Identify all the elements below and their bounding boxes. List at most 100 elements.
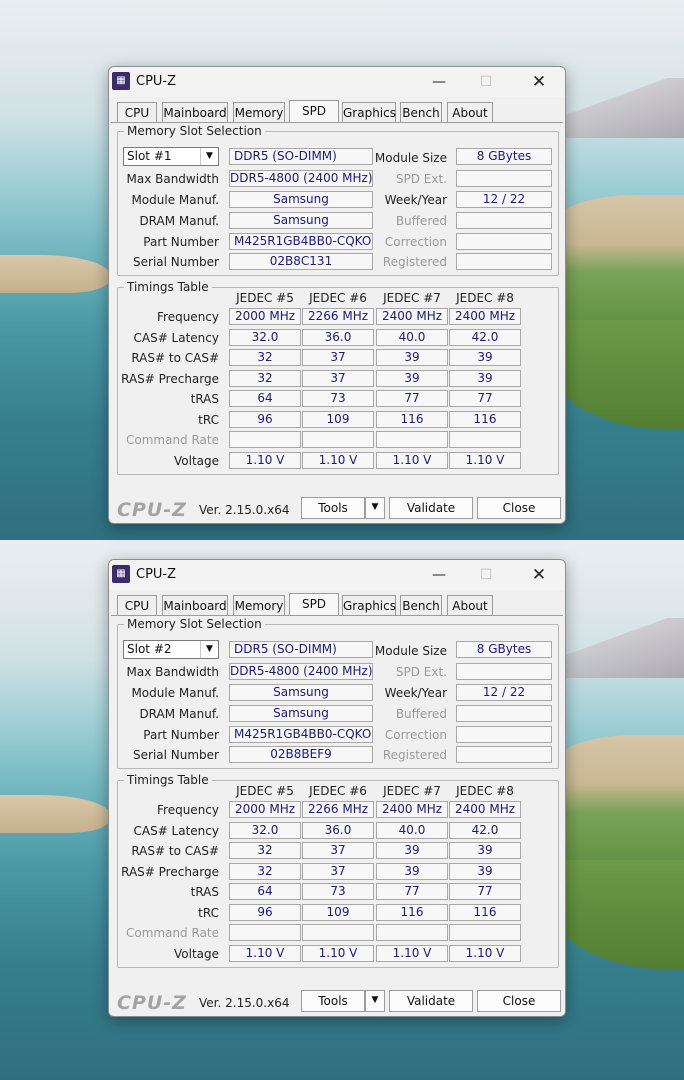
tab-bench[interactable]: Bench (400, 102, 442, 122)
version-text: Ver. 2.15.0.x64 (199, 503, 290, 517)
close-button[interactable]: Close (477, 497, 561, 519)
chevron-down-icon[interactable]: ▼ (200, 641, 218, 658)
tab-spd[interactable]: SPD (289, 593, 339, 615)
validate-button[interactable]: Validate (389, 497, 473, 519)
timing-cell: 1.10 V (449, 451, 521, 469)
timing-cell: 2266 MHz (302, 308, 374, 325)
tools-button[interactable]: Tools (301, 990, 365, 1012)
close-window-button[interactable]: ✕ (519, 70, 559, 94)
timing-cell: 37 (302, 862, 374, 880)
maximize-button[interactable]: ☐ (466, 563, 506, 587)
week-year-field: 12 / 22 (456, 191, 552, 208)
timing-cell: 96 (229, 903, 301, 921)
jedec-header: JEDEC #6 (309, 784, 367, 798)
tab-mainboard[interactable]: Mainboard (162, 102, 228, 122)
module-size-field: 8 GBytes (456, 641, 552, 658)
slot-select-value: Slot #2 (127, 642, 172, 656)
label-spd-ext: SPD Ext. (395, 172, 447, 186)
timing-cell: 64 (229, 883, 301, 900)
jedec-header: JEDEC #8 (456, 291, 514, 305)
max-bandwidth-field: DDR5-4800 (2400 MHz) (229, 663, 373, 680)
registered-field (456, 746, 552, 763)
timing-cell: 1.10 V (376, 451, 448, 469)
cpuz-app-icon: ▦ (112, 72, 130, 90)
timing-cell: 1.10 V (449, 944, 521, 962)
timing-cell: 39 (449, 349, 521, 366)
window-title: CPU-Z (136, 74, 177, 89)
module-manuf-field: Samsung (229, 191, 373, 208)
footer-bar: CPU-Z Ver. 2.15.0.x64 Tools ▼ Validate C… (109, 493, 565, 523)
cpuz-window-slot-2: ▦ CPU-Z — ☐ ✕ CPU Mainboard Memory SPD G… (108, 559, 566, 1017)
label-correction: Correction (384, 235, 447, 249)
timing-label: Frequency (157, 310, 219, 324)
tab-cpu[interactable]: CPU (117, 102, 157, 122)
validate-button[interactable]: Validate (389, 990, 473, 1012)
timing-cell: 2000 MHz (229, 308, 301, 325)
minimize-button[interactable]: — (419, 70, 459, 94)
title-bar[interactable]: ▦ CPU-Z — ☐ ✕ (109, 67, 565, 97)
jedec-header: JEDEC #7 (383, 784, 441, 798)
memory-type-field: DDR5 (SO-DIMM) (229, 641, 373, 658)
chevron-down-icon: ▼ (371, 995, 379, 1005)
timing-cell: 39 (376, 369, 448, 387)
timing-cell: 37 (302, 369, 374, 387)
timing-cell: 77 (449, 390, 521, 407)
timing-label: CAS# Latency (133, 823, 219, 838)
close-button[interactable]: Close (477, 990, 561, 1012)
buffered-field (456, 705, 552, 722)
tab-memory[interactable]: Memory (233, 102, 285, 122)
slot-select[interactable]: Slot #2 ▼ (123, 640, 219, 659)
timing-cell: 2400 MHz (449, 308, 521, 325)
tab-about[interactable]: About (447, 102, 493, 122)
tab-graphics[interactable]: Graphics (342, 102, 396, 122)
correction-field (456, 233, 552, 250)
minimize-button[interactable]: — (419, 563, 459, 587)
timing-cell: 116 (376, 903, 448, 921)
week-year-field: 12 / 22 (456, 684, 552, 701)
timing-label: tRAS (190, 885, 219, 899)
timing-cell: 37 (302, 349, 374, 366)
wallpaper-grass (554, 320, 684, 430)
timing-cell (376, 924, 448, 941)
chevron-down-icon[interactable]: ▼ (200, 148, 218, 165)
part-number-field: M425R1GB4BB0-CQKOL (229, 726, 373, 743)
correction-field (456, 726, 552, 743)
timing-cell: 40.0 (376, 328, 448, 346)
label-module-manuf: Module Manuf. (131, 686, 219, 700)
registered-field (456, 253, 552, 270)
timing-cell: 32.0 (229, 821, 301, 839)
timing-label: Voltage (173, 946, 219, 961)
group-title-memory: Memory Slot Selection (124, 124, 265, 138)
buffered-field (456, 212, 552, 229)
wallpaper-grass (554, 735, 684, 875)
tab-spd[interactable]: SPD (289, 100, 339, 122)
title-bar[interactable]: ▦ CPU-Z — ☐ ✕ (109, 560, 565, 590)
tools-button[interactable]: Tools (301, 497, 365, 519)
tools-dropdown-button[interactable]: ▼ (365, 990, 385, 1012)
tab-graphics[interactable]: Graphics (342, 595, 396, 615)
slot-select[interactable]: Slot #1 ▼ (123, 147, 219, 166)
group-title-timings: Timings Table (124, 773, 212, 787)
timing-cell: 1.10 V (302, 944, 374, 962)
tab-about[interactable]: About (447, 595, 493, 615)
label-max-bandwidth: Max Bandwidth (126, 665, 219, 679)
tab-memory[interactable]: Memory (233, 595, 285, 615)
tab-mainboard[interactable]: Mainboard (162, 595, 228, 615)
timing-cell (229, 924, 301, 941)
timing-cell (302, 924, 374, 941)
module-size-field: 8 GBytes (456, 148, 552, 165)
timing-label: Frequency (157, 803, 219, 817)
wallpaper-grass (554, 195, 684, 335)
timing-label: RAS# Precharge (121, 864, 219, 879)
close-window-button[interactable]: ✕ (519, 563, 559, 587)
timing-cell: 96 (229, 410, 301, 428)
tools-dropdown-button[interactable]: ▼ (365, 497, 385, 519)
tab-cpu[interactable]: CPU (117, 595, 157, 615)
label-module-size: Module Size (374, 151, 447, 165)
version-text: Ver. 2.15.0.x64 (199, 996, 290, 1010)
tab-bench[interactable]: Bench (400, 595, 442, 615)
timing-cell: 39 (449, 862, 521, 880)
maximize-button[interactable]: ☐ (466, 70, 506, 94)
jedec-header: JEDEC #6 (309, 291, 367, 305)
timing-cell: 40.0 (376, 821, 448, 839)
